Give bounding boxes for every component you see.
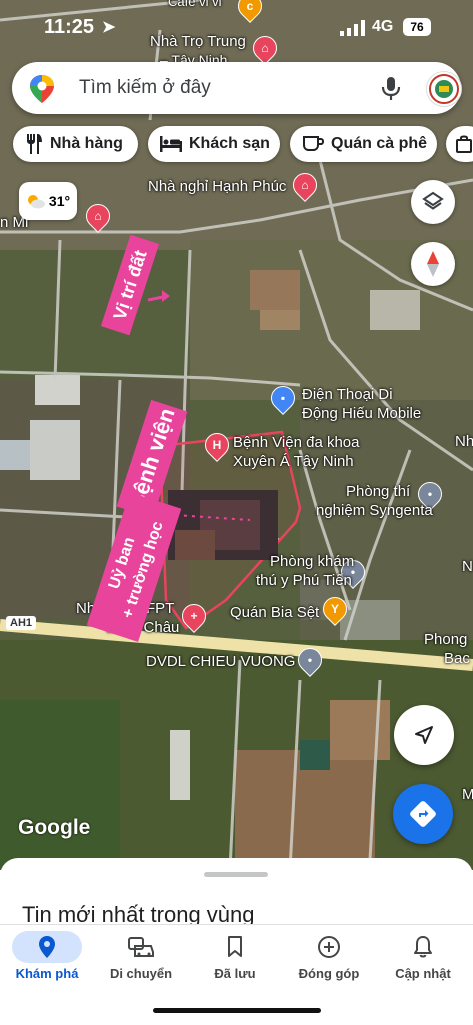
directions-icon	[410, 801, 436, 827]
partly-sunny-icon	[26, 193, 46, 209]
label-benh-vien: Bệnh Viện đa khoa	[233, 434, 360, 451]
highway-shield: AH1	[6, 616, 37, 630]
battery-level: 76	[403, 18, 431, 36]
beer-icon: Y	[330, 602, 339, 616]
label-dvdl: DVDL CHIEU VUONG	[146, 653, 296, 670]
layers-icon	[422, 191, 444, 210]
weather-temp: 31°	[48, 193, 71, 209]
tab-label: Cập nhật	[395, 966, 451, 981]
coffee-cup-icon	[302, 135, 324, 153]
status-bar: 11:25 ➤ 4G 76	[0, 0, 473, 52]
signal-icon	[340, 20, 365, 36]
network-type: 4G	[372, 18, 394, 35]
layers-button[interactable]	[411, 180, 455, 224]
add-circle-icon	[282, 933, 376, 961]
bookmark-icon	[188, 933, 282, 961]
home-indicator	[153, 1008, 321, 1013]
shopping-bag-icon: ▪	[280, 391, 286, 405]
tab-label: Đóng góp	[298, 966, 360, 981]
category-chips: Nhà hàng Khách sạn Quán cà phê	[0, 126, 473, 164]
chip-label: Khách sạn	[189, 135, 270, 152]
tab-label: Đã lưu	[214, 966, 256, 981]
fork-knife-icon	[25, 134, 43, 154]
chip-cafes[interactable]: Quán cà phê	[290, 126, 437, 162]
label-phong-kham: Phòng khám	[270, 553, 355, 570]
label-nh-right: Nh	[455, 433, 473, 450]
label-n-right: N	[462, 558, 473, 575]
chip-label: Quán cà phê	[331, 135, 428, 152]
search-input[interactable]: Tìm kiếm ở đây	[79, 77, 211, 99]
microphone-icon[interactable]	[380, 76, 402, 102]
bed-icon	[160, 136, 182, 152]
car-icon	[94, 933, 188, 961]
status-time: 11:25	[44, 16, 95, 38]
label-m-right: M	[462, 786, 473, 803]
account-avatar[interactable]	[426, 71, 462, 107]
tab-saved[interactable]: Đã lưu	[188, 925, 282, 1001]
tab-explore[interactable]: Khám phá	[0, 925, 94, 1001]
my-location-button[interactable]	[394, 705, 454, 765]
search-bar[interactable]: Tìm kiếm ở đây	[12, 62, 462, 114]
tab-label: Khám phá	[15, 966, 79, 981]
tab-commute[interactable]: Di chuyển	[94, 925, 188, 1001]
tab-updates[interactable]: Cập nhật	[376, 925, 470, 1001]
label-bac-right: Bac	[444, 650, 470, 667]
google-maps-pin-icon	[30, 75, 54, 103]
label-phong-right: Phong	[424, 631, 468, 648]
bell-icon	[376, 933, 470, 961]
shopping-bag-icon	[456, 135, 472, 153]
label-phong-thi-2: nghiệm Syngenta	[316, 502, 433, 519]
label-dien-thoai: Điện Thoại Di	[302, 386, 393, 403]
google-logo: Google	[18, 816, 91, 839]
chip-hotels[interactable]: Khách sạn	[148, 126, 280, 162]
label-benh-vien-2: Xuyên Á Tây Ninh	[233, 453, 354, 470]
label-nha-nghi: Nhà nghỉ Hạnh Phúc	[148, 178, 287, 195]
location-arrow-icon: ➤	[102, 19, 116, 36]
compass-icon	[427, 251, 439, 277]
label-phong-thi: Phòng thí	[346, 483, 411, 500]
chip-restaurants[interactable]: Nhà hàng	[13, 126, 138, 162]
service-icon: •	[307, 653, 313, 667]
chip-more[interactable]	[446, 126, 473, 162]
directions-button[interactable]	[393, 784, 453, 844]
bed-icon: ⌂	[94, 209, 102, 223]
weather-badge[interactable]: 31°	[19, 182, 77, 220]
pharmacy-icon: +	[190, 609, 198, 623]
location-pin-icon	[0, 933, 94, 961]
sheet-drag-handle[interactable]	[204, 872, 268, 877]
label-phong-kham-2: thú y Phú Tiến	[256, 572, 352, 589]
tab-label: Di chuyển	[109, 966, 173, 981]
hospital-icon: H	[212, 438, 222, 452]
chip-label: Nhà hàng	[50, 135, 123, 152]
bed-icon: ⌂	[301, 178, 309, 192]
compass-button[interactable]	[411, 242, 455, 286]
navigation-arrow-icon	[415, 726, 433, 744]
label-dien-thoai-2: Động Hiếu Mobile	[302, 405, 422, 422]
tab-contribute[interactable]: Đóng góp	[282, 925, 376, 1001]
label-quan-bia: Quán Bia Sệt	[230, 604, 320, 621]
